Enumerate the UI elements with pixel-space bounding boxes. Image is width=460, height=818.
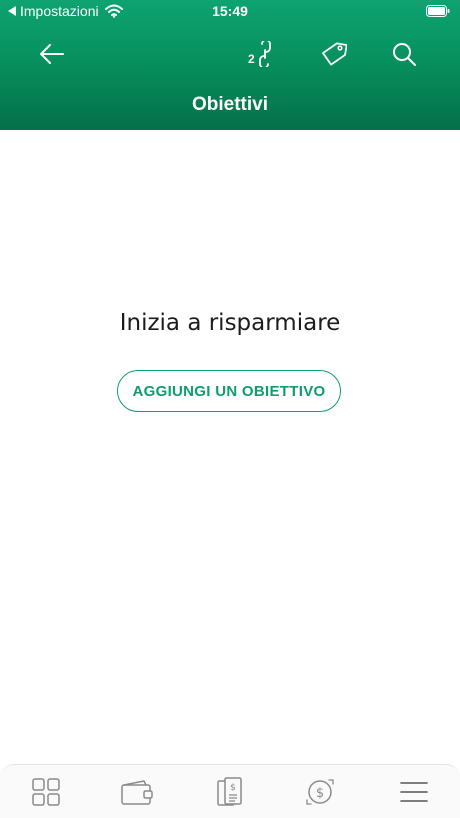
search-icon <box>393 43 416 66</box>
main-content: Inizia a risparmiare AGGIUNGI UN OBIETTI… <box>0 130 460 764</box>
empty-state-title: Inizia a risparmiare <box>119 310 341 336</box>
wallet-icon <box>121 780 153 805</box>
tab-menu[interactable] <box>394 775 434 809</box>
arrow-left-icon <box>40 44 64 64</box>
link-icon <box>259 41 271 67</box>
back-button[interactable] <box>34 38 70 70</box>
status-bar: Impostazioni 15:49 <box>0 0 460 24</box>
search-button[interactable] <box>386 38 422 70</box>
tag-button[interactable] <box>316 38 352 70</box>
add-goal-button[interactable]: AGGIUNGI UN OBIETTIVO <box>117 370 341 412</box>
link-badge: 2 <box>248 52 255 66</box>
svg-text:$: $ <box>230 783 236 793</box>
dollar-exchange-icon: $ <box>306 779 334 805</box>
document-dollar-icon: $ <box>217 777 242 806</box>
linked-accounts-button[interactable]: 2 <box>240 38 280 70</box>
status-time: 15:49 <box>212 3 248 19</box>
app-header: Impostazioni 15:49 2 Obiettivi <box>0 0 460 130</box>
toolbar: 2 <box>0 28 460 80</box>
tag-icon <box>322 42 347 66</box>
hamburger-menu-icon <box>400 782 428 802</box>
bottom-tab-bar: $ $ <box>0 764 460 818</box>
tab-documents[interactable]: $ <box>210 775 250 809</box>
grid-icon <box>32 778 60 806</box>
goals-screen: Impostazioni 15:49 2 Obiettivi Inizia a … <box>0 0 460 818</box>
battery-icon <box>426 5 450 17</box>
tab-wallet[interactable] <box>117 775 157 809</box>
page-title: Obiettivi <box>191 94 268 115</box>
svg-text:$: $ <box>316 786 324 801</box>
tab-dashboard[interactable] <box>26 775 66 809</box>
tab-transfers[interactable]: $ <box>300 775 340 809</box>
